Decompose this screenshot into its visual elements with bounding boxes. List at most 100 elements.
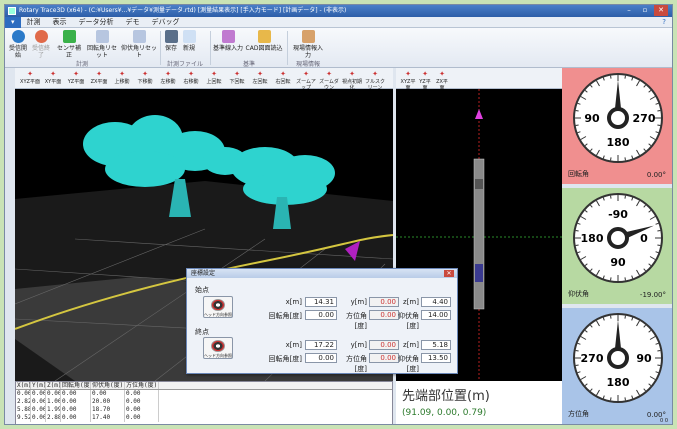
view-tool-label: 下回転: [229, 79, 245, 85]
help-icon[interactable]: ?: [662, 18, 666, 26]
view-tool-12[interactable]: ✦ ズームアップ: [295, 70, 317, 91]
view-tool-label: 上回転: [206, 79, 222, 85]
view-tool-0[interactable]: ✦ XYZ平面: [400, 70, 416, 91]
end-y-field[interactable]: 0.00: [369, 340, 399, 350]
cad-import-button[interactable]: CAD図面読込: [245, 30, 283, 58]
gauge-label: 回転角: [568, 170, 589, 178]
start-rotation-field[interactable]: 0.00: [305, 310, 337, 320]
view-tool-icon: ✦: [349, 70, 355, 78]
view-tool-icon: ✦: [326, 70, 332, 78]
menu-debug[interactable]: デバッグ: [146, 17, 186, 28]
view-tool-0[interactable]: ✦ XYZ平面: [19, 70, 41, 85]
view-tool-9[interactable]: ✦ 下回転: [226, 70, 248, 85]
maximize-button[interactable]: ▫: [638, 5, 652, 16]
gauge-dial: -90 180 0 90: [573, 193, 663, 283]
view-tool-icon: ✦: [165, 70, 171, 78]
col-rotation: 回転角(度): [62, 382, 91, 389]
start-y-field[interactable]: 0.00: [369, 297, 399, 307]
ribbon: 受信開始 受信終了 センサ補正 回転角リセット 仰伏角リセット 保存 新規 基準…: [5, 28, 672, 68]
view-tool-1[interactable]: ✦ XY平面: [42, 70, 64, 85]
start-z-label: z[m]: [403, 298, 419, 306]
table-row[interactable]: 5.88 0.00 1.99 0.00 18.70 0.00: [16, 406, 392, 414]
view-tool-7[interactable]: ✦ 右移動: [180, 70, 202, 85]
table-cell: 20.00: [91, 398, 125, 406]
end-head-ref-button[interactable]: ヘッド方向参照: [203, 337, 233, 359]
group-label-site: 現場情報: [295, 61, 320, 68]
view-tool-8[interactable]: ✦ 上回転: [203, 70, 225, 85]
view-tool-icon: ✦: [142, 70, 148, 78]
file-menu[interactable]: ▾: [5, 16, 21, 28]
gauge-tick-label: 180: [581, 232, 604, 245]
folder-icon: [257, 30, 271, 43]
gauge-panel-1: -90 180 0 90 仰伏角 -19.00°: [562, 188, 672, 304]
gauge-hub: [607, 107, 629, 129]
view-tool-icon: ✦: [439, 70, 445, 78]
start-z-field[interactable]: 4.40: [421, 297, 451, 307]
rotation-reset-button[interactable]: 回転角リセット: [85, 30, 119, 59]
sensor-calibrate-button[interactable]: センサ補正: [55, 30, 83, 59]
view-tool-2[interactable]: ✦ YZ平面: [65, 70, 87, 85]
start-y-label: y[m]: [350, 298, 367, 306]
gauge-tick-label: 270: [633, 112, 656, 125]
gauge-tick-label: 180: [607, 376, 630, 389]
status-bar: 0 0: [560, 418, 672, 424]
start-x-field[interactable]: 14.31: [305, 297, 337, 307]
end-x-field[interactable]: 17.22: [305, 340, 337, 350]
table-cell: 2.88: [47, 414, 61, 422]
view-tool-1[interactable]: ✦ YZ平面: [417, 70, 433, 91]
end-rotation-field[interactable]: 0.00: [305, 353, 337, 363]
group-label-file: 計測ファイル: [166, 61, 203, 68]
view-tool-4[interactable]: ✦ 上移動: [111, 70, 133, 85]
start-receive-button[interactable]: 受信開始: [7, 30, 29, 59]
view-tool-3[interactable]: ✦ ZX平面: [88, 70, 110, 85]
view-tool-10[interactable]: ✦ 左回転: [249, 70, 271, 85]
view-toolbar-right: ✦ XYZ平面 ✦ YZ平面 ✦ ZX平面: [396, 68, 562, 91]
view-tool-5[interactable]: ✦ 下移動: [134, 70, 156, 85]
view-tool-6[interactable]: ✦ 左移動: [157, 70, 179, 85]
table-row[interactable]: 0.00 0.00 0.00 0.00 0.00 0.00: [16, 390, 392, 398]
menu-demo[interactable]: デモ: [120, 17, 146, 28]
zoom-indicator: 0 0: [660, 418, 668, 424]
start-head-ref-button[interactable]: ヘッド方向参照: [203, 296, 233, 318]
view-tool-2[interactable]: ✦ ZX平面: [434, 70, 450, 91]
site-info-icon: [301, 30, 315, 43]
new-file-icon: [182, 30, 196, 43]
table-cell: 17.40: [91, 414, 125, 422]
pitch-reset-button[interactable]: 仰伏角リセット: [121, 30, 157, 59]
table-row[interactable]: 9.52 0.00 2.88 0.00 17.40 0.00: [16, 414, 392, 422]
menu-bar: ▾ 計測 表示 データ分析 デモ デバッグ ?: [5, 16, 672, 28]
table-cell: 0.00: [125, 390, 159, 398]
table-cell: 0.00: [61, 390, 91, 398]
table-cell: 9.52: [17, 414, 31, 422]
view-tool-label: 右移動: [183, 79, 199, 85]
table-row[interactable]: 2.82 0.00 1.00 0.00 20.00 0.00: [16, 398, 392, 406]
menu-view[interactable]: 表示: [47, 17, 73, 28]
rotation-reset-icon: [95, 30, 109, 43]
view-tool-14[interactable]: ✦ 視点初期化: [341, 70, 363, 91]
table-cell: 1.00: [47, 398, 61, 406]
view-tool-15[interactable]: ✦ フルスクリーン: [364, 70, 386, 91]
end-pitch-field[interactable]: 13.50: [421, 353, 451, 363]
view-tool-label: 下移動: [137, 79, 153, 85]
minimize-button[interactable]: –: [622, 5, 636, 16]
baseline-input-button[interactable]: 基準線入力: [213, 30, 243, 58]
gauge-tick-label: 90: [610, 256, 626, 269]
gauge-hub: [607, 347, 629, 369]
view-tool-11[interactable]: ✦ 右回転: [272, 70, 294, 85]
dialog-close-button[interactable]: ✕: [444, 270, 454, 277]
col-azimuth: 方位角(度): [126, 382, 159, 389]
start-pitch-field[interactable]: 14.00: [421, 310, 451, 320]
close-button[interactable]: ✕: [654, 5, 668, 16]
gauge-panel-0: 90 270 180 回転角 0.00°: [562, 68, 672, 184]
view-tool-label: 左移動: [160, 79, 176, 85]
table-cell: 0.00: [125, 406, 159, 414]
end-z-field[interactable]: 5.18: [421, 340, 451, 350]
site-info-button[interactable]: 現場情報入力: [291, 30, 325, 59]
menu-measure[interactable]: 計測: [21, 17, 47, 28]
new-button[interactable]: 新規: [181, 30, 197, 58]
stop-receive-button[interactable]: 受信終了: [30, 30, 52, 59]
save-button[interactable]: 保存: [163, 30, 179, 58]
view-tool-13[interactable]: ✦ ズームダウン: [318, 70, 340, 91]
menu-data-analysis[interactable]: データ分析: [73, 17, 120, 28]
gauge-panel: 90 270 180 回転角 0.00° -90 180 0 90 仰伏角 -19.00° 270 90…: [562, 68, 672, 424]
